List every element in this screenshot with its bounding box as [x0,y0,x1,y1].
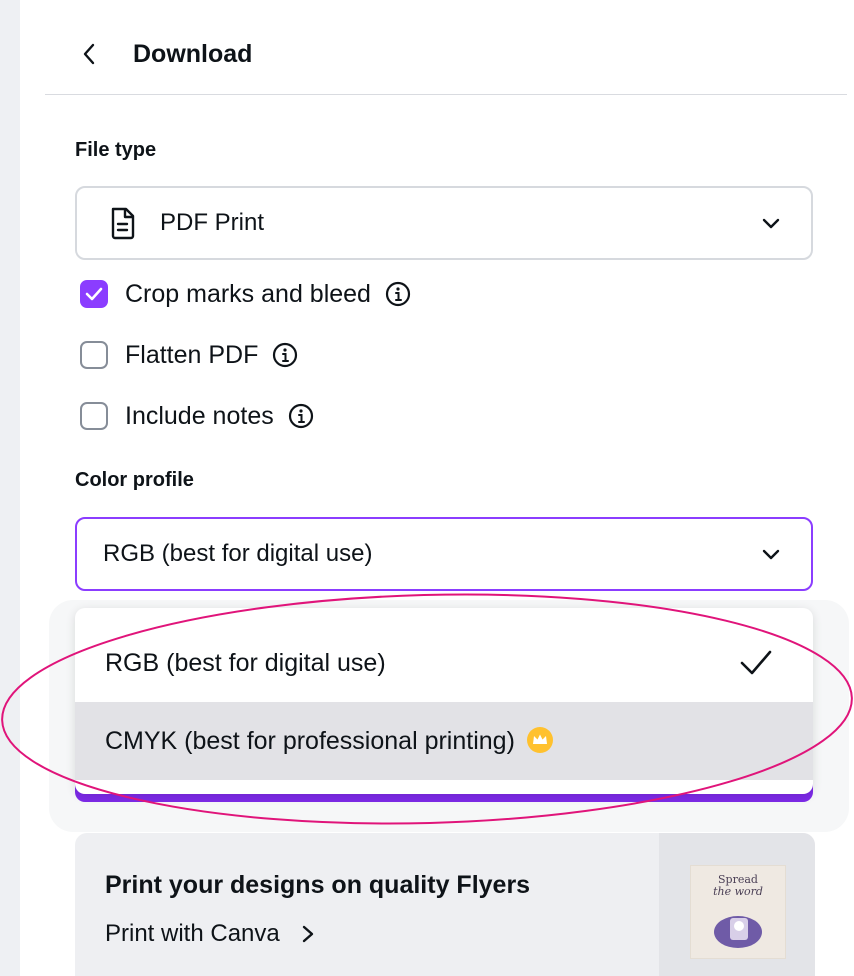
info-icon[interactable] [385,281,411,307]
flatten-pdf-option[interactable]: Flatten PDF [80,338,298,372]
flyer-image: Spread the word [690,865,786,959]
include-notes-option[interactable]: Include notes [80,399,314,433]
file-type-select[interactable]: PDF Print [75,186,813,260]
crop-marks-checkbox[interactable] [80,280,108,308]
chevron-left-icon [83,43,95,65]
menu-option-label: RGB (best for digital use) [105,649,386,677]
print-link-label: Print with Canva [105,920,280,947]
chevron-down-icon [762,218,780,229]
panel-header: Download [45,0,847,95]
crop-marks-option[interactable]: Crop marks and bleed [80,277,411,311]
chevron-down-icon [762,549,780,560]
color-profile-select[interactable]: RGB (best for digital use) [75,517,813,591]
flyer-illustration [714,916,762,948]
menu-option-cmyk[interactable]: CMYK (best for professional printing) [75,702,813,780]
flatten-pdf-checkbox[interactable] [80,341,108,369]
include-notes-checkbox[interactable] [80,402,108,430]
print-promo-card[interactable]: Print your designs on quality Flyers Pri… [75,833,815,976]
flatten-pdf-label: Flatten PDF [125,341,259,369]
background-strip [0,0,20,976]
flyer-thumbnail: Spread the word [659,833,815,976]
crop-marks-label: Crop marks and bleed [125,280,371,308]
flyer-text: Spread the word [713,873,763,898]
checkmark-icon [85,287,103,301]
color-profile-label: Color profile [75,469,194,491]
back-button[interactable] [77,36,101,72]
menu-option-label: CMYK (best for professional printing) [105,702,553,780]
file-type-label: File type [75,139,157,161]
file-type-value: PDF Print [160,209,265,236]
menu-option-rgb[interactable]: RGB (best for digital use) [75,624,813,702]
info-icon[interactable] [272,342,298,368]
panel-title: Download [133,40,253,68]
print-with-canva-link[interactable]: Print with Canva [105,919,318,949]
include-notes-label: Include notes [125,402,274,430]
check-icon [740,650,772,675]
chevron-right-icon [302,925,313,943]
print-promo-title: Print your designs on quality Flyers [105,871,531,899]
download-panel: Download File type PDF Print Crop marks … [45,0,849,976]
info-icon[interactable] [288,403,314,429]
file-document-icon [111,207,135,240]
crown-icon [526,727,553,753]
color-profile-menu: RGB (best for digital use) CMYK (best fo… [75,608,813,794]
color-profile-value: RGB (best for digital use) [103,540,373,567]
